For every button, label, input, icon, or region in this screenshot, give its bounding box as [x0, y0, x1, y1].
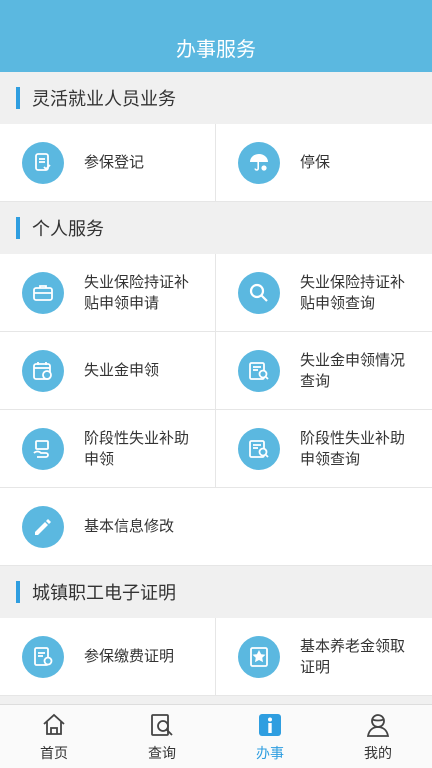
service-label: 基本信息修改: [84, 517, 175, 535]
main-content: 灵活就业人员业务 参保登记 停保 个人服务 失业保险持证补贴申领申请 失业保险持…: [0, 72, 432, 704]
service-item-phase-subsidy-query[interactable]: 阶段性失业补助申领查询: [216, 410, 432, 488]
tab-label: 首页: [40, 745, 68, 762]
section-header-flexible-employment: 灵活就业人员业务: [0, 72, 432, 124]
electronic-certificate-grid: 参保缴费证明 基本养老金领取证明: [0, 618, 432, 696]
calendar-money-icon: [22, 349, 64, 392]
section-header-electronic-certificate: 城镇职工电子证明: [0, 566, 432, 618]
tab-service[interactable]: 办事: [216, 705, 324, 768]
service-label: 停保: [300, 153, 331, 171]
service-item-unemployment-benefit-apply[interactable]: 失业金申领: [0, 332, 216, 410]
award-icon: [238, 635, 280, 678]
section-accent-bar: [16, 581, 20, 603]
service-label: 阶段性失业补助申领查询: [300, 428, 406, 468]
service-item-stop-insurance[interactable]: 停保: [216, 124, 432, 202]
service-item-basic-info-edit[interactable]: 基本信息修改: [0, 488, 432, 566]
tab-label: 查询: [148, 745, 176, 762]
service-item-insurance-registration[interactable]: 参保登记: [0, 124, 216, 202]
user-icon: [366, 713, 390, 737]
service-item-unemployment-benefit-query[interactable]: 失业金申领情况查询: [216, 332, 432, 410]
service-label: 基本养老金领取证明: [300, 636, 406, 676]
hand-money-icon: [22, 427, 64, 470]
service-label: 失业金申领情况查询: [300, 350, 406, 390]
app-header: 办事服务: [0, 0, 432, 72]
home-icon: [43, 713, 65, 735]
section-title: 城镇职工电子证明: [32, 583, 176, 604]
pencil-icon: [22, 505, 64, 548]
document-search-icon: [238, 349, 280, 392]
section-accent-bar: [16, 87, 20, 109]
page-title: 办事服务: [176, 36, 256, 61]
tab-label: 我的: [364, 745, 392, 762]
section-title: 灵活就业人员业务: [32, 89, 176, 110]
search-icon: [238, 271, 280, 314]
info-icon: [259, 713, 281, 736]
service-label: 参保缴费证明: [84, 647, 175, 665]
tab-label: 办事: [256, 745, 284, 762]
briefcase-icon: [22, 271, 64, 314]
register-icon: [22, 141, 64, 184]
service-label: 参保登记: [84, 153, 145, 171]
tab-mine[interactable]: 我的: [324, 705, 432, 768]
bottom-tab-bar: 首页 查询 办事 我的: [0, 704, 432, 768]
tab-query[interactable]: 查询: [108, 705, 216, 768]
umbrella-icon: [238, 141, 280, 184]
document-search-icon: [238, 427, 280, 470]
query-icon: [151, 713, 173, 736]
service-label: 失业金申领: [84, 361, 160, 379]
service-item-subsidy-apply[interactable]: 失业保险持证补贴申领申请: [0, 254, 216, 332]
section-header-personal-service: 个人服务: [0, 202, 432, 254]
personal-service-grid: 失业保险持证补贴申领申请 失业保险持证补贴申领查询 失业金申领 失业金申领情况查…: [0, 254, 432, 566]
service-item-phase-subsidy-apply[interactable]: 阶段性失业补助申领: [0, 410, 216, 488]
certificate-icon: [22, 635, 64, 678]
flexible-employment-grid: 参保登记 停保: [0, 124, 432, 202]
service-item-subsidy-query[interactable]: 失业保险持证补贴申领查询: [216, 254, 432, 332]
section-title: 个人服务: [32, 219, 104, 240]
service-item-payment-certificate[interactable]: 参保缴费证明: [0, 618, 216, 696]
service-label: 失业保险持证补贴申领查询: [300, 272, 406, 312]
tab-home[interactable]: 首页: [0, 705, 108, 768]
section-accent-bar: [16, 217, 20, 239]
service-item-pension-certificate[interactable]: 基本养老金领取证明: [216, 618, 432, 696]
service-label: 失业保险持证补贴申领申请: [84, 272, 190, 312]
service-label: 阶段性失业补助申领: [84, 428, 190, 468]
